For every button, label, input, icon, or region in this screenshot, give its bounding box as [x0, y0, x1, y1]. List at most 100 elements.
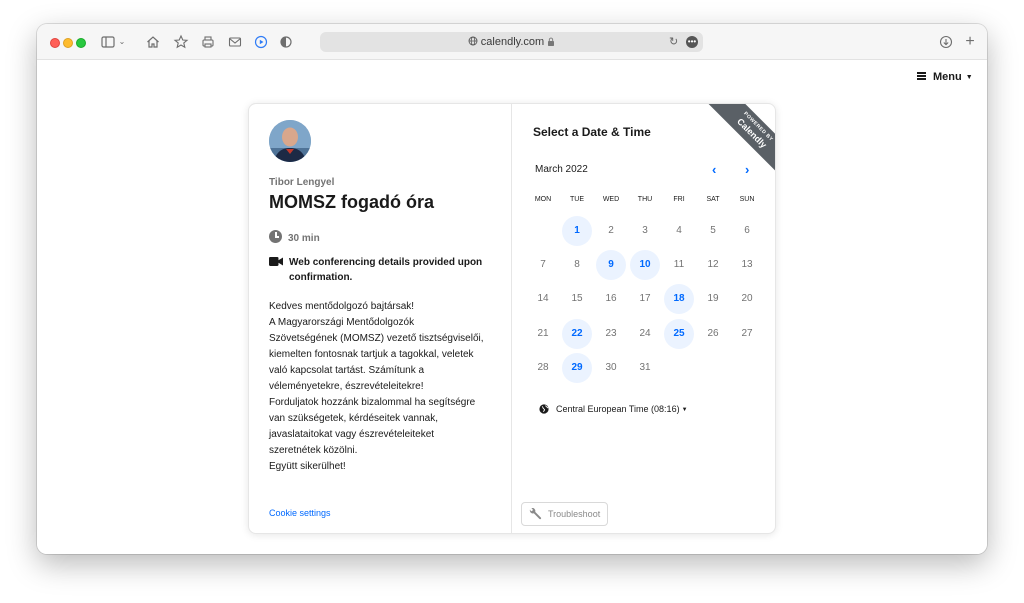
calendar-day: 31 — [639, 362, 651, 373]
more-icon[interactable]: ••• — [686, 36, 698, 48]
description-line: javaslataitokat vagy észrevételeiteket — [269, 429, 435, 440]
calendar-day-available[interactable]: 25 — [664, 319, 694, 349]
calendar-day: 24 — [639, 328, 651, 339]
calendar-day: 21 — [537, 328, 549, 339]
timezone-text: Central European Time (08:16) — [556, 404, 680, 414]
conferencing-text: Web conferencing details provided upon c… — [289, 257, 483, 283]
calendar-day: 30 — [605, 362, 617, 373]
page-content: Menu ▼ Tibor Lengyel MOMSZ fogadó óra 30 … — [37, 60, 987, 554]
chevron-right-icon: › — [745, 162, 750, 177]
calendar-day: 20 — [741, 293, 753, 304]
calendar-day: 13 — [741, 259, 753, 270]
calendar-day-available[interactable]: 10 — [630, 250, 660, 280]
calendar-day: 3 — [642, 225, 648, 236]
download-icon[interactable] — [938, 34, 954, 50]
description-line: Kedves mentődolgozó bajtársak! — [269, 301, 415, 312]
calendar-day: 7 — [540, 259, 546, 270]
calendar-day-available[interactable]: 18 — [664, 284, 694, 314]
mail-icon[interactable] — [227, 34, 243, 50]
globe-icon — [468, 36, 478, 46]
chevron-down-icon[interactable]: ⌄ — [117, 34, 127, 50]
calendar-day: 16 — [605, 293, 617, 304]
globe-icon — [539, 404, 549, 414]
print-icon[interactable] — [200, 34, 216, 50]
browser-toolbar: ⌄ calendly.com ↻ ••• + — [37, 24, 987, 60]
weekday-header: WED — [602, 196, 620, 203]
powered-by-ribbon[interactable]: POWERED BY Calendly — [707, 104, 775, 174]
calendar-day: 28 — [537, 362, 549, 373]
previous-month-button[interactable]: ‹ — [712, 163, 716, 176]
timezone-selector[interactable]: Central European Time (08:16) ▼ — [539, 403, 688, 415]
star-icon[interactable] — [173, 34, 189, 50]
close-window-button[interactable] — [50, 38, 60, 48]
calendar-day: 12 — [707, 259, 719, 270]
menu-label: Menu — [933, 71, 962, 83]
conferencing-info: Web conferencing details provided upon c… — [269, 255, 499, 285]
maximize-window-button[interactable] — [76, 38, 86, 48]
hamburger-icon — [917, 72, 926, 80]
host-name: Tibor Lengyel — [269, 177, 335, 188]
event-details-panel: Tibor Lengyel MOMSZ fogadó óra 30 min We… — [249, 104, 512, 533]
video-camera-icon — [269, 257, 283, 266]
description-line: van szükségetek, kérdéseitek vannak, — [269, 413, 438, 424]
event-duration: 30 min — [269, 230, 320, 244]
reload-icon[interactable]: ↻ — [669, 35, 681, 49]
event-title: MOMSZ fogadó óra — [269, 192, 434, 212]
description-line: szeretnétek közölni. — [269, 445, 358, 456]
avatar — [269, 120, 311, 162]
weekday-header: MON — [534, 196, 552, 203]
caret-down-icon: ▼ — [681, 407, 688, 413]
description-line: véleményetekre, észrevételeitekre! — [269, 381, 424, 392]
weekday-header: THU — [637, 196, 653, 203]
troubleshoot-button[interactable]: Troubleshoot — [521, 502, 608, 526]
shield-icon[interactable] — [278, 34, 294, 50]
weekday-header: FRI — [673, 196, 685, 203]
calendar-day-available[interactable]: 1 — [562, 216, 592, 246]
calendar-day: 5 — [710, 225, 716, 236]
new-tab-icon[interactable]: + — [962, 34, 978, 50]
play-circle-icon[interactable] — [253, 34, 269, 50]
weekday-header: TUE — [570, 196, 584, 203]
url-text: calendly.com — [480, 36, 545, 48]
weekday-header: SUN — [739, 196, 755, 203]
calendar-day: 26 — [707, 328, 719, 339]
calendar-day-available[interactable]: 22 — [562, 319, 592, 349]
address-bar[interactable]: calendly.com ↻ ••• — [320, 32, 703, 52]
sidebar-icon[interactable] — [100, 34, 116, 50]
duration-text: 30 min — [288, 233, 320, 244]
calendar-day: 15 — [571, 293, 583, 304]
description-line: való kapcsolat tartást. Számítunk a — [269, 365, 425, 376]
minimize-window-button[interactable] — [63, 38, 73, 48]
calendar-day: 14 — [537, 293, 549, 304]
calendar-day: 11 — [673, 259, 685, 270]
lock-icon — [548, 37, 555, 46]
menu-button[interactable]: Menu ▼ — [917, 70, 973, 84]
cookie-settings-link[interactable]: Cookie settings — [269, 508, 331, 518]
calendar-day: 27 — [741, 328, 753, 339]
wrench-icon — [529, 508, 542, 520]
description-line: Szövetségének (MOMSZ) vezető tisztségvis… — [269, 333, 484, 344]
calendar-day: 6 — [744, 225, 750, 236]
calendar-day: 8 — [574, 259, 580, 270]
calendar-day: 2 — [608, 225, 614, 236]
chevron-left-icon: ‹ — [712, 162, 717, 177]
scheduler-panel: Select a Date & Time POWERED BY Calendly… — [513, 104, 775, 533]
browser-window: ⌄ calendly.com ↻ ••• + Menu ▼ Tibor Leng… — [37, 24, 987, 554]
description-line: A Magyarországi Mentődolgozók — [269, 317, 415, 328]
caret-down-icon: ▼ — [965, 74, 973, 81]
troubleshoot-label: Troubleshoot — [548, 509, 601, 519]
calendar-day: 17 — [639, 293, 651, 304]
calendar-day-available[interactable]: 29 — [562, 353, 592, 383]
scheduler-heading: Select a Date & Time — [533, 125, 651, 139]
home-icon[interactable] — [145, 34, 161, 50]
next-month-button[interactable]: › — [745, 163, 749, 176]
calendar-day: 23 — [605, 328, 617, 339]
month-label: March 2022 — [535, 164, 588, 175]
description-line: Együtt sikerülhet! — [269, 461, 346, 472]
clock-icon — [269, 230, 282, 243]
description-line: Forduljatok hozzánk bizalommal ha segíts… — [269, 397, 476, 408]
weekday-header: SAT — [706, 196, 720, 203]
calendar-day-available[interactable]: 9 — [596, 250, 626, 280]
booking-card: Tibor Lengyel MOMSZ fogadó óra 30 min We… — [248, 103, 776, 534]
event-description: Kedves mentődolgozó bajtársak! A Magyaror… — [269, 299, 501, 475]
